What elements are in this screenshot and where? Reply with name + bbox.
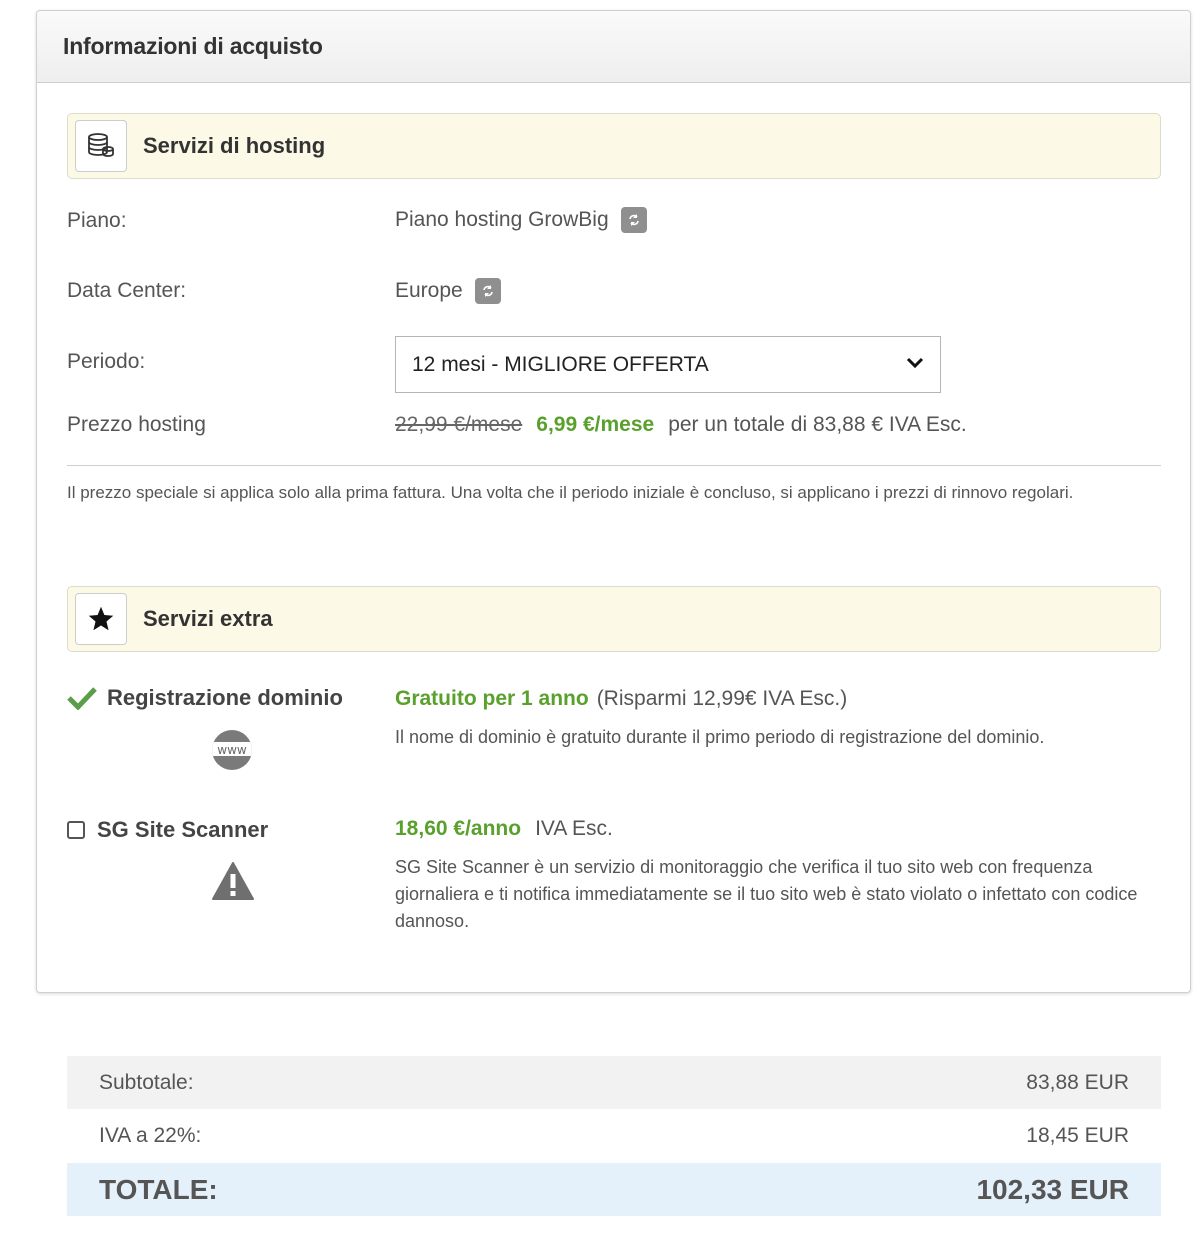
period-label: Periodo: — [67, 350, 146, 373]
total-row: TOTALE: 102,33 EUR — [67, 1163, 1161, 1216]
www-globe-icon: www — [210, 728, 254, 777]
period-select[interactable]: 12 mesi - MIGLIORE OFFERTA — [395, 336, 941, 393]
change-plan-icon[interactable] — [620, 207, 647, 233]
domain-option[interactable]: Registrazione dominio — [67, 685, 343, 711]
www-badge-text: www — [217, 743, 247, 757]
scanner-price: 18,60 €/anno — [395, 817, 522, 840]
scanner-price-row: 18,60 €/anno IVA Esc. — [395, 817, 613, 841]
scanner-tax: IVA Esc. — [535, 817, 613, 840]
divider — [67, 465, 1161, 466]
panel-header: Informazioni di acquisto — [37, 11, 1190, 83]
warning-icon — [211, 861, 255, 906]
price-value-row: 22,99 €/mese 6,99 €/mese per un totale d… — [395, 413, 967, 437]
change-datacenter-icon[interactable] — [474, 278, 501, 304]
domain-name: Registrazione dominio — [107, 685, 343, 710]
domain-price: Gratuito per 1 anno — [395, 687, 589, 710]
datacenter-value-row: Europe — [395, 278, 501, 304]
old-price: 22,99 €/mese — [395, 413, 523, 436]
vat-label: IVA a 22%: — [99, 1124, 202, 1147]
price-note: Il prezzo speciale si applica solo alla … — [67, 483, 1074, 502]
domain-savings: (Risparmi 12,99€ IVA Esc.) — [596, 687, 848, 710]
scanner-checkbox[interactable] — [67, 821, 85, 839]
scanner-name: SG Site Scanner — [97, 817, 269, 842]
total-label: TOTALE: — [99, 1173, 218, 1205]
scanner-description: SG Site Scanner è un servizio di monitor… — [395, 857, 1138, 931]
subtotal-row: Subtotale: 83,88 EUR — [67, 1056, 1161, 1109]
total-value: 102,33 EUR — [976, 1173, 1129, 1205]
panel-title: Informazioni di acquisto — [63, 33, 323, 59]
extras-section-header: Servizi extra — [67, 586, 1161, 652]
extras-section-title: Servizi extra — [143, 606, 273, 631]
plan-label: Piano: — [67, 209, 127, 232]
price-label: Prezzo hosting — [67, 413, 206, 436]
database-icon — [75, 120, 127, 172]
datacenter-label: Data Center: — [67, 279, 187, 302]
star-icon — [75, 593, 127, 645]
datacenter-value: Europe — [395, 279, 463, 302]
plan-value-row: Piano hosting GrowBig — [395, 207, 647, 233]
vat-row: IVA a 22%: 18,45 EUR — [67, 1109, 1161, 1163]
domain-price-row: Gratuito per 1 anno (Risparmi 12,99€ IVA… — [395, 687, 847, 711]
scanner-option[interactable]: SG Site Scanner — [67, 817, 268, 843]
price-total: per un totale di 83,88 € IVA Esc. — [668, 413, 967, 436]
hosting-section-header: Servizi di hosting — [67, 113, 1161, 179]
period-selected-value: 12 mesi - MIGLIORE OFFERTA — [412, 352, 709, 376]
purchase-info-panel: Informazioni di acquisto Servizi di host… — [36, 10, 1191, 993]
new-price: 6,99 €/mese — [536, 413, 655, 436]
hosting-section-title: Servizi di hosting — [143, 133, 326, 158]
subtotal-value: 83,88 EUR — [1026, 1070, 1129, 1094]
domain-description: Il nome di dominio è gratuito durante il… — [395, 727, 1045, 747]
checkmark-icon — [67, 686, 97, 710]
plan-value: Piano hosting GrowBig — [395, 208, 609, 231]
vat-value: 18,45 EUR — [1026, 1124, 1129, 1147]
chevron-down-icon — [906, 356, 924, 374]
subtotal-label: Subtotale: — [99, 1070, 194, 1094]
